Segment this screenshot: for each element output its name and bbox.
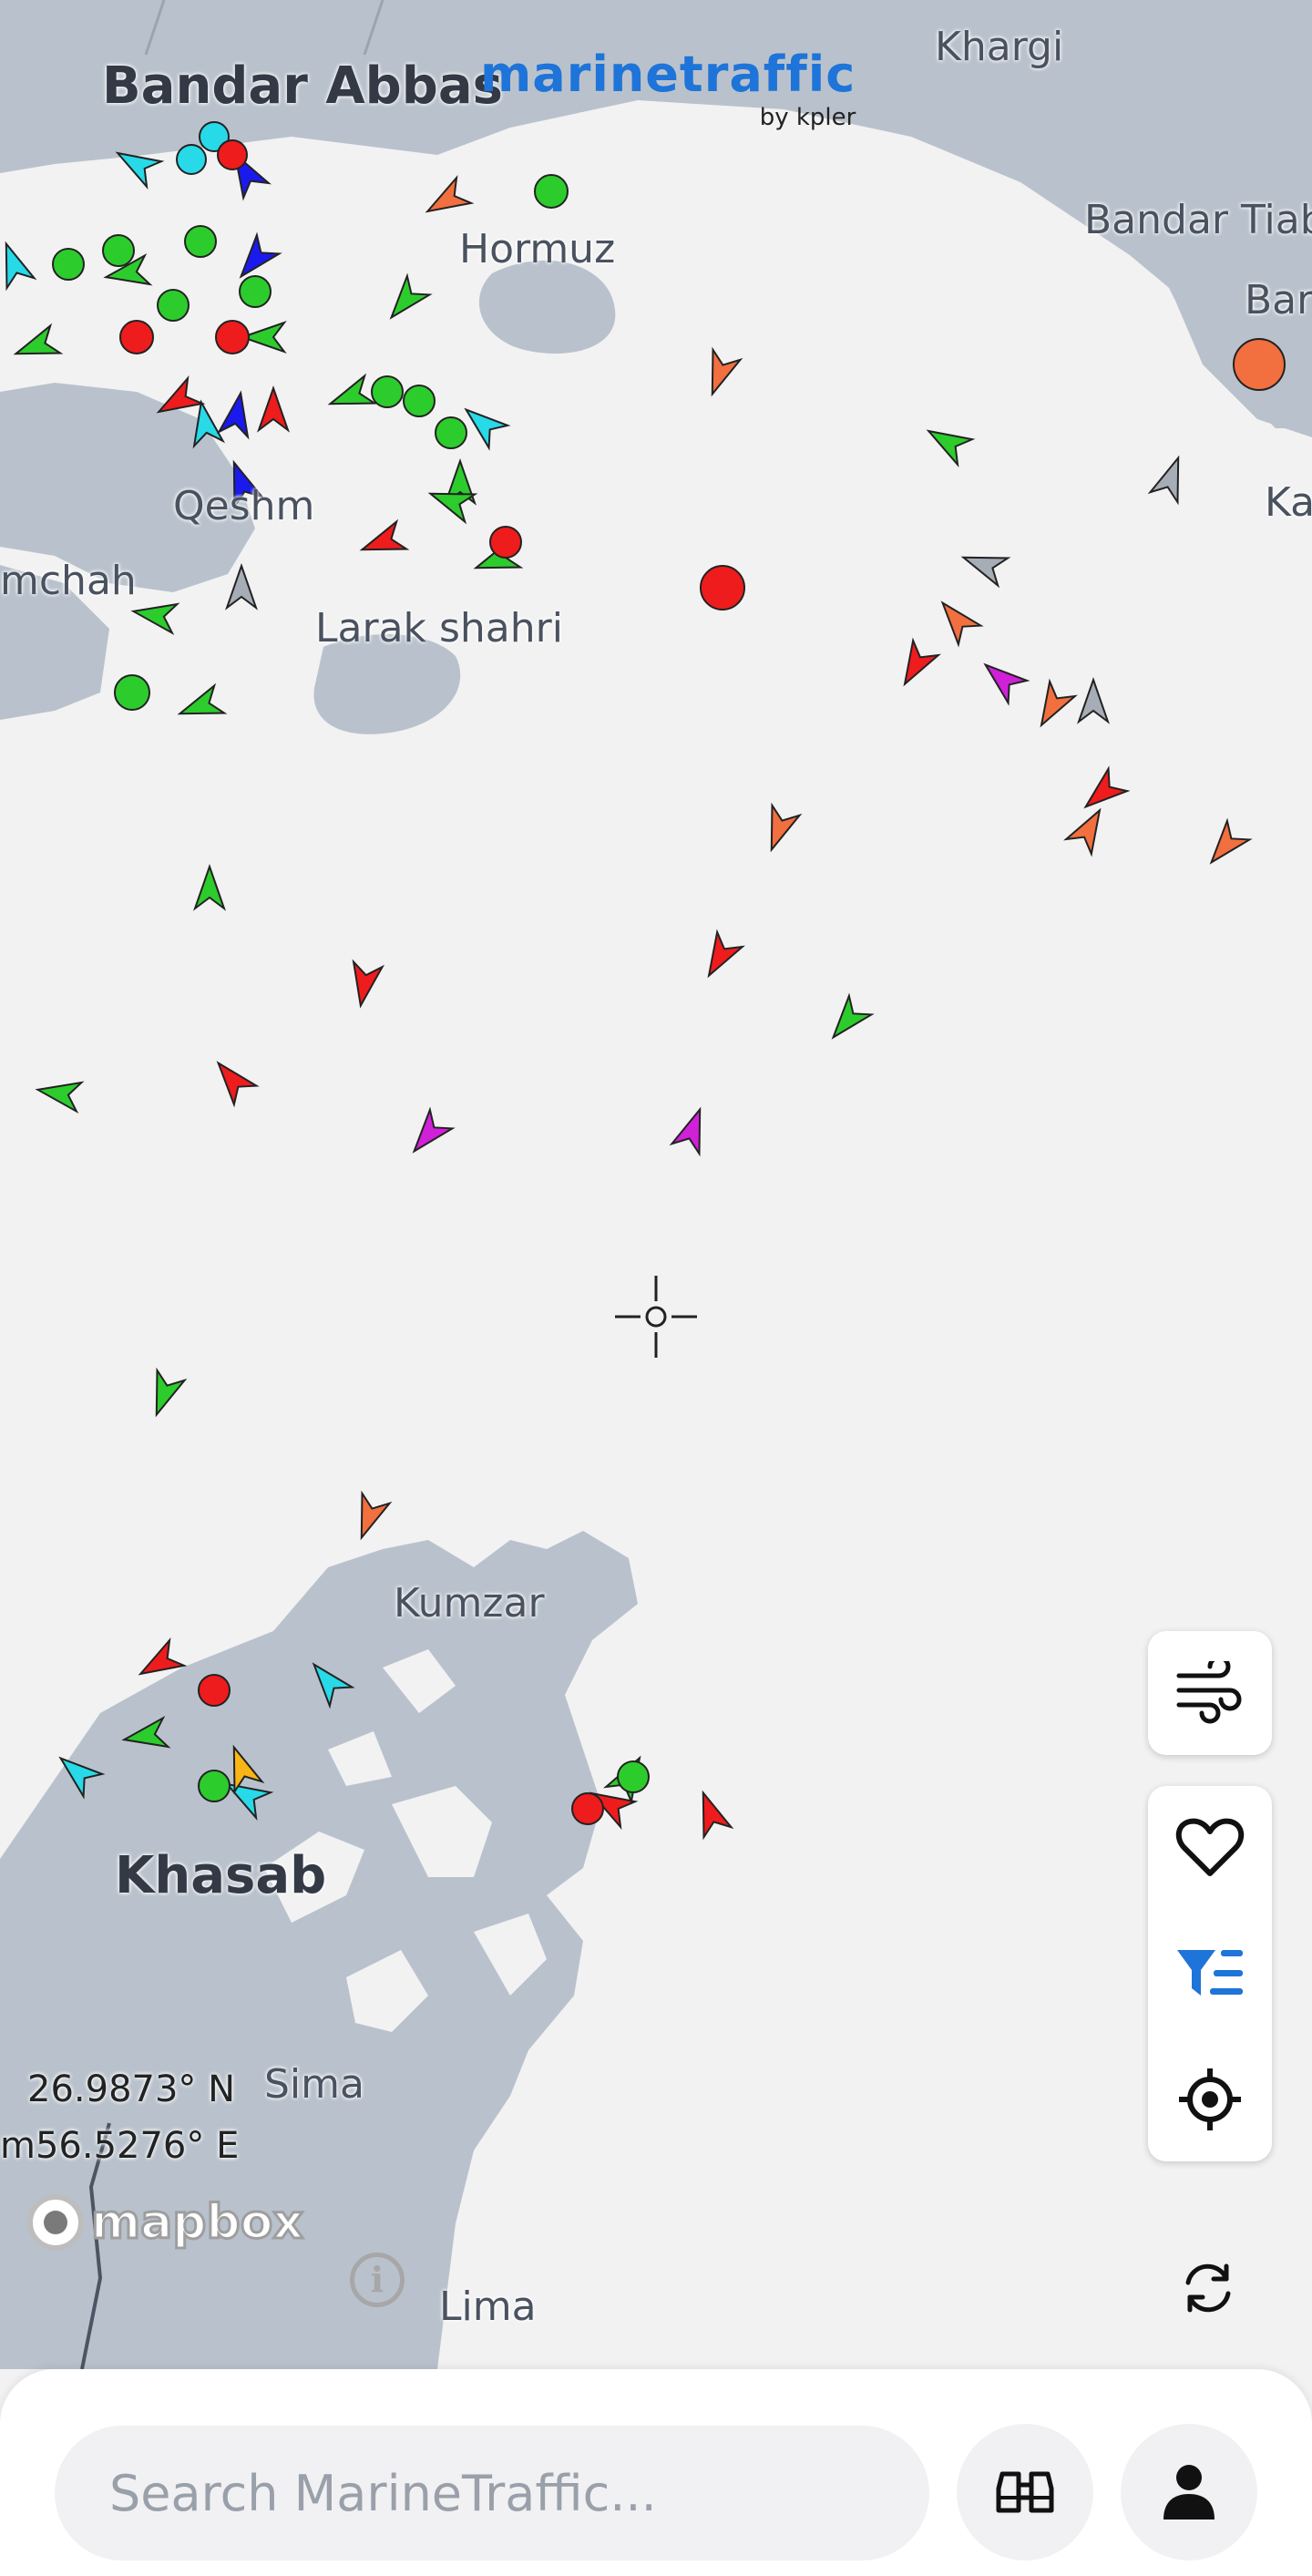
place-qeshm: Qeshm xyxy=(173,483,315,529)
marinetraffic-logo: marinetraffic by kpler xyxy=(480,46,856,132)
place-sima: Sima xyxy=(264,2061,364,2108)
target-icon xyxy=(1179,2068,1241,2130)
search-input[interactable] xyxy=(55,2426,929,2561)
locate-button[interactable] xyxy=(1148,2037,1272,2161)
vessel-marker-stationary[interactable] xyxy=(52,248,85,281)
binoculars-icon xyxy=(996,2471,1054,2513)
account-button[interactable] xyxy=(1121,2424,1257,2561)
latitude: 26.9873° N xyxy=(27,2068,236,2110)
place-khasab: Khasab xyxy=(115,1846,327,1905)
logo-wordmark: marinetraffic xyxy=(480,46,856,103)
place-khargi: Khargi xyxy=(935,24,1064,70)
mapbox-text: mapbox xyxy=(90,2194,305,2252)
refresh-icon xyxy=(1185,2263,1231,2313)
lon-prefix: m xyxy=(0,2125,36,2167)
vessel-marker-stationary[interactable] xyxy=(114,674,150,711)
weather-panel xyxy=(1148,1631,1272,1755)
vessel-marker-stationary[interactable] xyxy=(119,320,154,354)
vessel-marker-stationary[interactable] xyxy=(700,565,745,611)
heart-icon xyxy=(1175,1818,1245,1876)
info-icon[interactable]: i xyxy=(350,2253,405,2307)
place-bandar-abbas: Bandar Abbas xyxy=(102,56,503,116)
vessel-marker-stationary[interactable] xyxy=(184,225,217,258)
user-icon xyxy=(1163,2465,1215,2520)
logo-byline: by kpler xyxy=(759,104,856,131)
vessel-marker-stationary[interactable] xyxy=(198,1770,231,1802)
vessel-marker-stationary[interactable] xyxy=(1233,338,1286,391)
vessel-marker-stationary[interactable] xyxy=(215,320,250,354)
vessel-marker-stationary[interactable] xyxy=(534,174,569,209)
place-hormuz: Hormuz xyxy=(459,226,616,272)
vessel-marker-stationary[interactable] xyxy=(198,1674,231,1707)
crosshair-icon xyxy=(615,1276,697,1361)
vessel-marker-stationary[interactable] xyxy=(489,526,522,559)
vessel-marker-stationary[interactable] xyxy=(617,1760,650,1793)
vessel-marker-stationary[interactable] xyxy=(403,385,436,417)
mapbox-logo-icon xyxy=(27,2194,84,2251)
vessel-marker-stationary[interactable] xyxy=(102,234,135,267)
vessel-marker-stationary[interactable] xyxy=(217,139,248,170)
place-mchah: mchah xyxy=(0,558,137,604)
place-kumzar: Kumzar xyxy=(394,1580,545,1627)
vessel-marker-stationary[interactable] xyxy=(176,144,207,175)
weather-button[interactable] xyxy=(1148,1631,1272,1755)
filters-button[interactable] xyxy=(1148,1912,1272,2036)
place-bandar-tiab: Bandar Tiab xyxy=(1084,197,1312,243)
place-ka: Ka xyxy=(1265,479,1312,526)
vessel-marker-stationary[interactable] xyxy=(371,375,404,408)
filter-icon xyxy=(1177,1950,1243,1996)
longitude: 56.5276° E xyxy=(35,2125,240,2167)
explore-button[interactable] xyxy=(957,2424,1093,2561)
place-lima: Lima xyxy=(439,2284,537,2330)
favorites-button[interactable] xyxy=(1148,1786,1272,1910)
place-bar: Bar xyxy=(1245,277,1312,323)
vessel-marker-stationary[interactable] xyxy=(571,1792,604,1825)
mapbox-attribution[interactable]: mapbox xyxy=(27,2194,305,2252)
wind-icon xyxy=(1176,1661,1242,1724)
vessel-marker-stationary[interactable] xyxy=(435,416,467,449)
coordinate-readout: 26.9873° N m56.5276° E xyxy=(0,2061,240,2174)
refresh-button[interactable] xyxy=(1150,2230,1266,2346)
place-larak: Larak shahri xyxy=(315,605,563,652)
vessel-marker-stationary[interactable] xyxy=(239,275,272,308)
map-controls-panel xyxy=(1148,1786,1272,2161)
vessel-marker-stationary[interactable] xyxy=(157,289,190,322)
